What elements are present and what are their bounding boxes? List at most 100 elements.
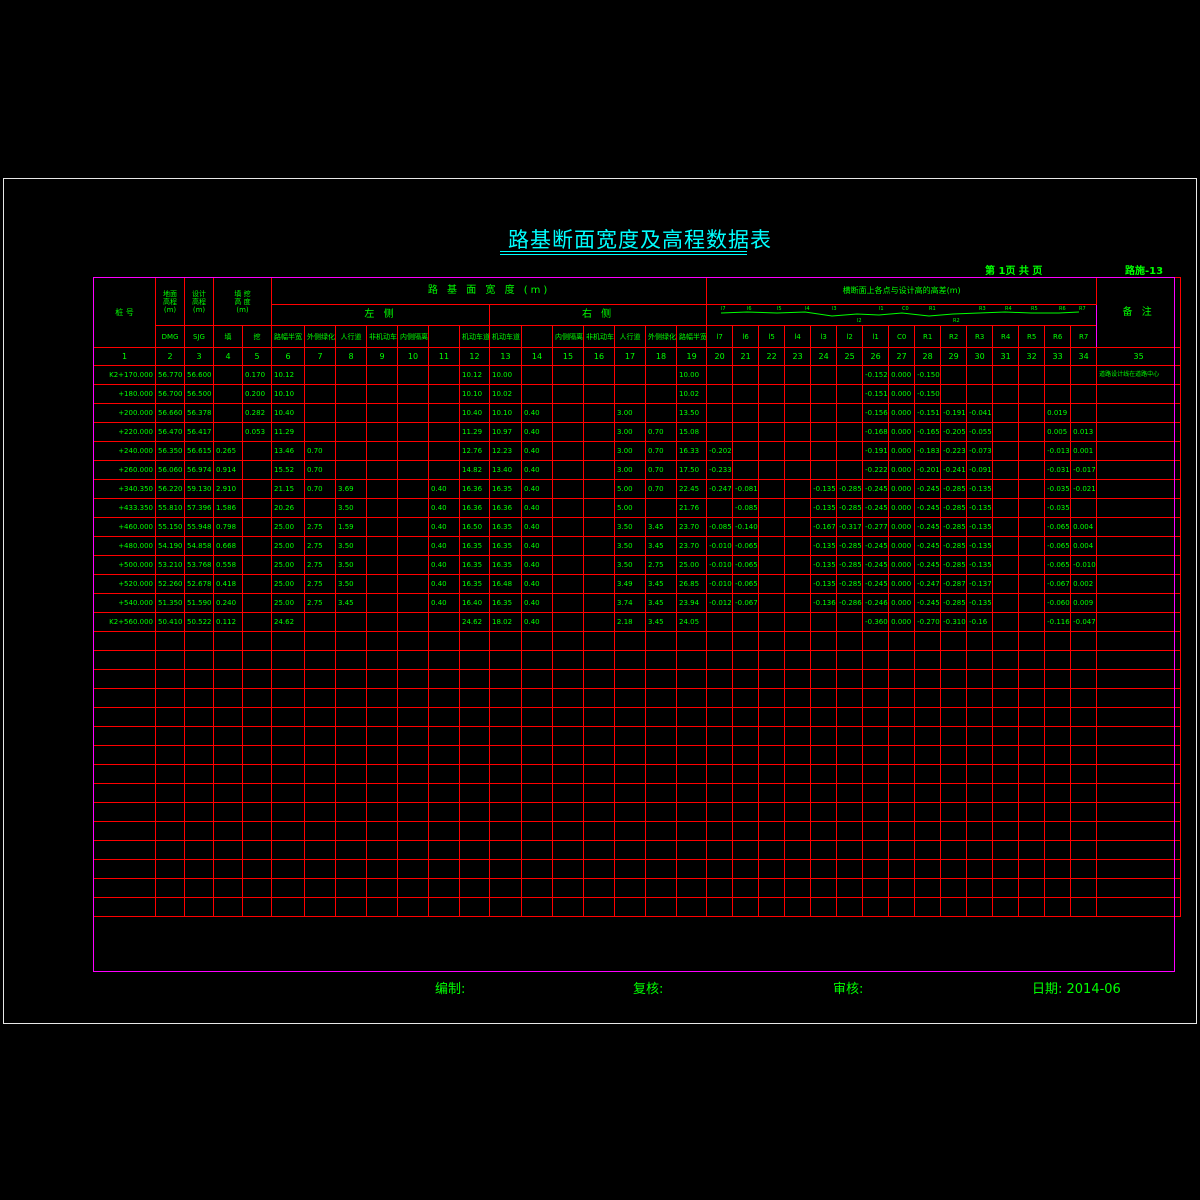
table-cell	[758, 536, 786, 556]
empty-cell	[1018, 897, 1046, 917]
empty-cell	[914, 802, 942, 822]
empty-cell	[184, 840, 214, 860]
table-cell	[428, 365, 461, 385]
empty-cell	[1018, 840, 1046, 860]
column-number: 5	[241, 347, 273, 366]
table-cell: 54.858	[184, 536, 214, 556]
column-number: 30	[966, 347, 994, 366]
table-cell: 16.50	[459, 517, 491, 537]
table-cell	[397, 479, 430, 499]
table-cell	[1096, 612, 1182, 632]
table-cell: 3.00	[614, 422, 647, 442]
empty-cell	[862, 707, 890, 727]
empty-cell	[428, 745, 461, 765]
table-cell: 10.40	[271, 403, 306, 423]
empty-cell	[1044, 688, 1072, 708]
empty-cell	[271, 764, 306, 784]
empty-cell	[888, 859, 916, 879]
empty-cell	[489, 878, 523, 898]
empty-cell	[914, 707, 942, 727]
table-cell: 3.00	[614, 441, 647, 461]
table-row: +240.000 56.350 56.615 0.265 13.46 0.70 12.76 1…	[93, 441, 1182, 461]
table-cell: 11.29	[271, 422, 306, 442]
empty-row	[93, 707, 1182, 727]
empty-cell	[1044, 802, 1072, 822]
empty-cell	[645, 783, 678, 803]
empty-cell	[241, 688, 273, 708]
table-cell: 0.40	[521, 593, 554, 613]
empty-cell	[784, 821, 812, 841]
empty-cell	[676, 669, 708, 689]
empty-cell	[155, 745, 185, 765]
table-cell: 25.00	[271, 536, 306, 556]
table-cell	[1096, 498, 1182, 518]
table-cell: -0.191	[862, 441, 890, 461]
empty-cell	[489, 688, 523, 708]
empty-cell	[966, 726, 994, 746]
empty-cell	[489, 859, 523, 879]
table-row: +520.000 52.260 52.678 0.418 25.00 2.75 3.50 0.…	[93, 574, 1182, 594]
empty-cell	[614, 840, 647, 860]
table-cell	[241, 517, 273, 537]
station-cell: +460.000	[93, 517, 156, 537]
table-cell	[241, 479, 273, 499]
empty-cell	[521, 726, 554, 746]
table-cell	[241, 498, 273, 518]
table-cell: -0.055	[966, 422, 994, 442]
empty-cell	[888, 650, 916, 670]
empty-cell	[184, 878, 214, 898]
empty-row	[93, 726, 1182, 746]
header-right-col	[521, 325, 554, 348]
table-cell: 0.40	[521, 555, 554, 575]
empty-cell	[1096, 745, 1182, 765]
empty-cell	[784, 745, 812, 765]
empty-cell	[1044, 669, 1072, 689]
empty-cell	[914, 878, 942, 898]
table-cell: 0.053	[241, 422, 273, 442]
empty-cell	[888, 707, 916, 727]
empty-cell	[521, 859, 554, 879]
column-number: 35	[1096, 347, 1182, 366]
empty-cell	[271, 783, 306, 803]
empty-cell	[397, 840, 430, 860]
table-cell	[366, 612, 399, 632]
page-title: 路基断面宽度及高程数据表	[508, 228, 772, 252]
table-cell	[784, 460, 812, 480]
empty-cell	[862, 821, 890, 841]
table-cell: 17.50	[676, 460, 708, 480]
station-cell: +433.350	[93, 498, 156, 518]
table-cell	[784, 517, 812, 537]
empty-cell	[645, 859, 678, 879]
empty-cell	[888, 631, 916, 651]
empty-cell	[459, 783, 491, 803]
header-right-col: 人行道	[614, 325, 647, 348]
empty-cell	[732, 669, 760, 689]
table-cell: 50.522	[184, 612, 214, 632]
empty-cell	[1070, 688, 1098, 708]
empty-cell	[93, 688, 156, 708]
empty-cell	[676, 726, 708, 746]
header-right-col: 路幅半宽	[676, 325, 708, 348]
empty-cell	[1070, 669, 1098, 689]
empty-cell	[271, 878, 306, 898]
empty-cell	[758, 688, 786, 708]
table-cell	[241, 555, 273, 575]
header-right-col: 外侧绿化带宽	[645, 325, 678, 348]
empty-cell	[836, 631, 864, 651]
empty-cell	[676, 631, 708, 651]
header-left-col: 外侧绿化带宽	[304, 325, 337, 348]
empty-cell	[366, 707, 399, 727]
table-cell	[241, 574, 273, 594]
table-cell: 16.35	[489, 536, 523, 556]
table-cell	[304, 422, 337, 442]
empty-cell	[810, 688, 838, 708]
empty-cell	[966, 631, 994, 651]
empty-cell	[428, 840, 461, 860]
empty-cell	[888, 669, 916, 689]
empty-cell	[992, 669, 1020, 689]
table-cell	[583, 555, 616, 575]
table-cell	[552, 403, 585, 423]
empty-cell	[428, 764, 461, 784]
empty-cell	[940, 859, 968, 879]
empty-cell	[1096, 897, 1182, 917]
